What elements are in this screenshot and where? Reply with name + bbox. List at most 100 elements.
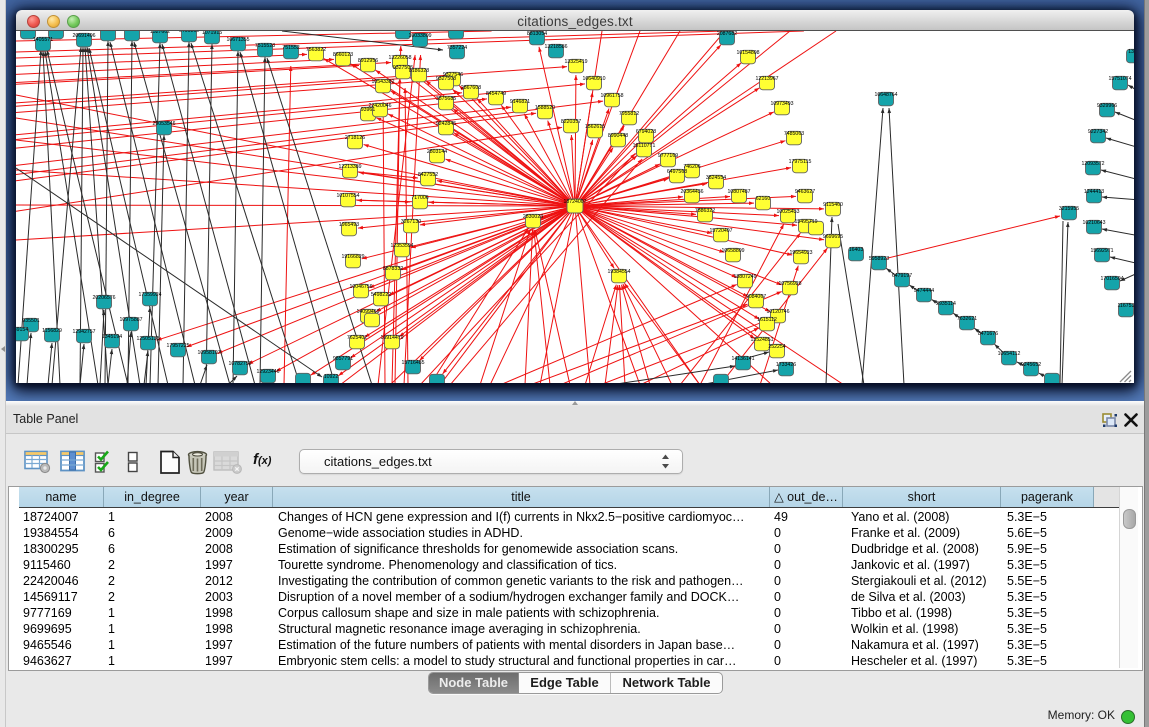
svg-text:2803144: 2803144 bbox=[427, 149, 447, 155]
svg-text:2867608: 2867608 bbox=[461, 85, 481, 91]
svg-text:8912956: 8912956 bbox=[358, 58, 378, 64]
svg-text:6497568: 6497568 bbox=[667, 169, 687, 175]
svg-text:7485063: 7485063 bbox=[784, 131, 804, 137]
svg-text:7357224: 7357224 bbox=[447, 45, 467, 51]
svg-text:8454749: 8454749 bbox=[486, 91, 506, 97]
svg-text:717006: 717006 bbox=[411, 195, 428, 201]
svg-text:22420046: 22420046 bbox=[368, 103, 391, 109]
svg-text:9777169: 9777169 bbox=[658, 153, 678, 159]
svg-text:19166829: 19166829 bbox=[341, 254, 364, 260]
svg-text:39154: 39154 bbox=[16, 327, 28, 333]
svg-text:18724007: 18724007 bbox=[563, 199, 586, 205]
svg-text:13325419: 13325419 bbox=[564, 59, 587, 65]
svg-text:16154808: 16154808 bbox=[736, 50, 759, 56]
svg-text:8220357: 8220357 bbox=[561, 119, 581, 125]
svg-text:3824554: 3824554 bbox=[706, 175, 726, 181]
svg-text:3267130: 3267130 bbox=[401, 219, 421, 225]
svg-text:7515528: 7515528 bbox=[255, 43, 275, 49]
svg-text:15716485: 15716485 bbox=[401, 360, 424, 366]
svg-text:17359924: 17359924 bbox=[138, 292, 161, 298]
svg-text:5958923: 5958923 bbox=[869, 256, 889, 262]
svg-text:1405571: 1405571 bbox=[33, 37, 53, 43]
svg-text:10046756: 10046756 bbox=[349, 284, 372, 290]
svg-text:16914479: 16914479 bbox=[380, 335, 403, 341]
svg-text:8471676: 8471676 bbox=[978, 331, 998, 337]
svg-text:12213967: 12213967 bbox=[755, 76, 778, 82]
svg-text:10958107: 10958107 bbox=[197, 350, 220, 356]
svg-text:116753: 116753 bbox=[1118, 303, 1134, 309]
svg-text:16033809: 16033809 bbox=[408, 33, 431, 39]
svg-text:12942757: 12942757 bbox=[72, 329, 95, 335]
svg-text:10025433: 10025433 bbox=[776, 209, 799, 215]
svg-text:935501: 935501 bbox=[22, 318, 39, 324]
svg-text:10543382: 10543382 bbox=[371, 79, 394, 85]
svg-text:16782759: 16782759 bbox=[228, 361, 251, 367]
svg-text:10807487: 10807487 bbox=[727, 189, 750, 195]
svg-text:2718126: 2718126 bbox=[345, 135, 365, 141]
svg-text:29053546: 29053546 bbox=[152, 121, 175, 127]
svg-text:9115460: 9115460 bbox=[823, 202, 843, 208]
svg-text:14099469: 14099469 bbox=[356, 309, 379, 315]
svg-text:8186328: 8186328 bbox=[409, 68, 429, 74]
svg-text:62160: 62160 bbox=[756, 196, 771, 202]
svg-text:8427552: 8427552 bbox=[418, 172, 438, 178]
svg-text:6479197: 6479197 bbox=[892, 273, 912, 279]
svg-text:1156829: 1156829 bbox=[42, 328, 62, 334]
svg-text:10975887: 10975887 bbox=[119, 317, 142, 323]
svg-text:1588520: 1588520 bbox=[535, 105, 555, 111]
svg-text:1562615: 1562615 bbox=[585, 124, 605, 130]
svg-text:10120746: 10120746 bbox=[766, 309, 789, 315]
svg-text:3875685: 3875685 bbox=[436, 96, 456, 102]
svg-text:8990448: 8990448 bbox=[608, 133, 628, 139]
svg-text:3215955: 3215955 bbox=[1059, 206, 1079, 212]
svg-text:15751074: 15751074 bbox=[1108, 76, 1131, 82]
svg-text:7955812: 7955812 bbox=[619, 111, 639, 117]
svg-text:7625402: 7625402 bbox=[347, 335, 367, 341]
svg-text:17957225: 17957225 bbox=[166, 343, 189, 349]
svg-text:1317: 1317 bbox=[1128, 49, 1134, 55]
svg-text:6466160: 6466160 bbox=[179, 31, 199, 34]
svg-text:9245652: 9245652 bbox=[1021, 362, 1041, 368]
svg-text:13524851: 13524851 bbox=[750, 337, 773, 343]
svg-text:20364436: 20364436 bbox=[680, 189, 703, 195]
svg-text:1615112: 1615112 bbox=[757, 317, 777, 323]
svg-text:7886322: 7886322 bbox=[695, 208, 715, 214]
svg-text:9084067: 9084067 bbox=[746, 294, 766, 300]
svg-text:12093572: 12093572 bbox=[1081, 161, 1104, 167]
svg-text:16110771: 16110771 bbox=[633, 143, 656, 149]
svg-text:8878332: 8878332 bbox=[383, 266, 403, 272]
svg-text:8813054: 8813054 bbox=[527, 31, 547, 37]
svg-text:17975115: 17975115 bbox=[789, 159, 812, 165]
svg-text:13226058: 13226058 bbox=[388, 55, 411, 61]
svg-text:8660123: 8660123 bbox=[333, 52, 353, 58]
svg-text:10922: 10922 bbox=[324, 374, 339, 380]
svg-text:252254: 252254 bbox=[768, 344, 785, 350]
svg-text:9146821: 9146821 bbox=[510, 99, 530, 105]
svg-text:19654923: 19654923 bbox=[789, 250, 812, 256]
svg-text:6794028: 6794028 bbox=[636, 129, 656, 135]
svg-text:16640910: 16640910 bbox=[582, 76, 605, 82]
svg-text:9857791: 9857791 bbox=[333, 356, 353, 362]
svg-text:16403: 16403 bbox=[849, 247, 864, 253]
svg-text:20206576: 20206576 bbox=[92, 295, 115, 301]
svg-text:16671355: 16671355 bbox=[226, 37, 249, 43]
svg-text:1733426: 1733426 bbox=[776, 362, 796, 368]
svg-text:17016504: 17016504 bbox=[1100, 276, 1123, 282]
svg-text:7632621: 7632621 bbox=[957, 316, 977, 322]
svg-text:12353594: 12353594 bbox=[390, 243, 413, 249]
svg-text:1244413: 1244413 bbox=[1084, 189, 1104, 195]
svg-text:10653267: 10653267 bbox=[120, 31, 143, 33]
svg-text:12923446: 12923446 bbox=[256, 369, 279, 375]
svg-text:9227342: 9227342 bbox=[1088, 129, 1108, 135]
svg-text:751552: 751552 bbox=[282, 45, 299, 51]
svg-text:12213389: 12213389 bbox=[338, 164, 361, 170]
svg-text:18807249: 18807249 bbox=[733, 274, 756, 280]
svg-text:15692971: 15692971 bbox=[1090, 248, 1113, 254]
svg-text:10654112: 10654112 bbox=[998, 351, 1021, 357]
svg-text:5498222: 5498222 bbox=[371, 292, 391, 298]
svg-text:2935114: 2935114 bbox=[936, 301, 956, 307]
svg-text:9242845: 9242845 bbox=[436, 121, 456, 127]
svg-text:15495719: 15495719 bbox=[794, 219, 817, 225]
svg-text:13218586: 13218586 bbox=[544, 44, 567, 50]
svg-text:10973493: 10973493 bbox=[770, 101, 793, 107]
